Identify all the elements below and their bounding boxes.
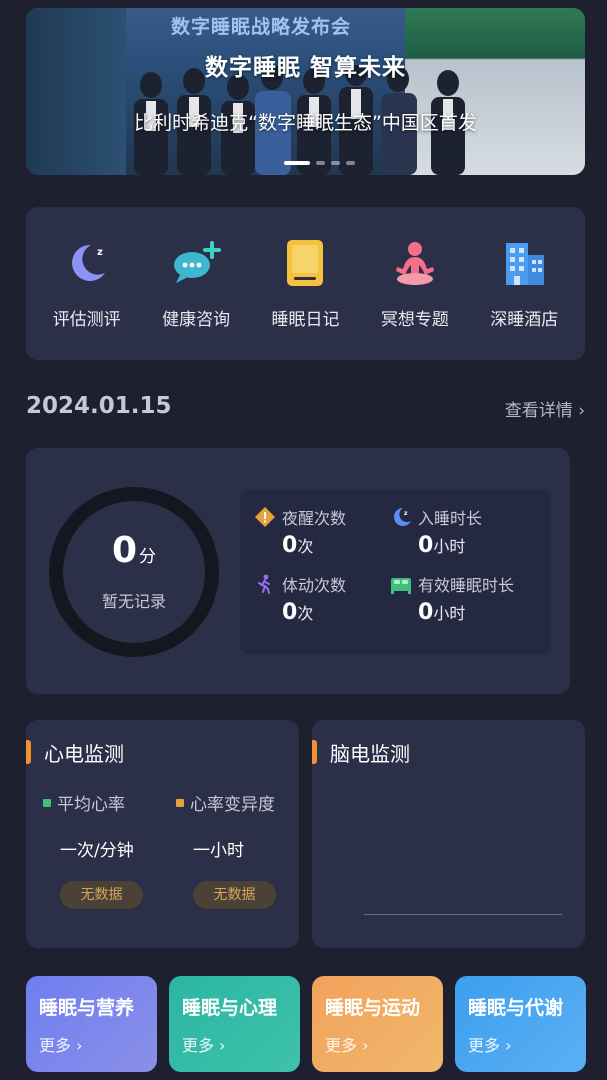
stat-value: 0 [282,533,298,558]
stat-unit: 次 [297,537,314,556]
banner-subline: 比利时希迪克“数字睡眠生态”中国区首发 [134,112,477,134]
stat-value: 0 [418,533,434,558]
banner-pagination[interactable] [284,161,355,165]
view-details-link[interactable]: 查看详情 › [505,396,585,421]
avg-heart-rate-legend: 平均心率 [43,790,125,815]
sleep-summary-card[interactable]: 0分 暂无记录 夜醒次数 0次 z 入睡时长 0小时 体动次数 0次 有效睡眠时… [26,448,570,694]
moon-icon: z [393,507,411,526]
tile-title: 睡眠与代谢 [468,997,564,1019]
avg-heart-rate-value: 一次/分钟 [60,841,134,861]
tile-more-link[interactable]: 更多 › [182,1032,226,1056]
meditation-person-icon [395,242,434,285]
sleep-score-value: 0 [111,530,138,571]
pagination-dot[interactable] [346,161,355,165]
ecg-monitor-card[interactable]: 心电监测 平均心率 心率变异度 一次/分钟 一小时 无数据 无数据 [26,720,299,948]
card-accent-bar [312,740,317,764]
banner-headline: 数字睡眠 智算未来 [204,55,406,81]
moon-sleep-icon: z [71,244,105,281]
stat-effective-sleep: 有效睡眠时长 0小时 [390,572,540,625]
card-accent-bar [26,740,31,764]
tile-sleep-exercise[interactable]: 睡眠与运动 更多 › [312,976,443,1072]
tile-more-link[interactable]: 更多 › [468,1032,512,1056]
hrv-label: 心率变异度 [190,795,275,815]
eeg-chart-baseline [364,914,562,915]
stat-value: 0 [418,600,434,625]
tile-title: 睡眠与心理 [182,997,278,1019]
hrv-legend: 心率变异度 [176,790,275,815]
tile-title: 睡眠与营养 [39,997,135,1019]
tile-sleep-psychology[interactable]: 睡眠与心理 更多 › [169,976,300,1072]
banner-stage-sign: 数字睡眠战略发布会 [170,16,351,38]
no-record-text: 暂无记录 [101,592,166,611]
quick-item-consult[interactable]: 健康咨询 [144,207,248,360]
stat-night-wakes: 夜醒次数 0次 [254,505,404,558]
avg-heart-rate-label: 平均心率 [57,795,125,815]
warning-diamond-icon [255,507,275,527]
banner-background-left [26,8,126,175]
promo-banner[interactable]: 数字睡眠战略发布会 数字睡眠 智算未来 比利时希迪克“数字睡眠生态”中国区首发 [26,8,585,175]
no-data-badge: 无数据 [60,881,143,909]
tile-more-link[interactable]: 更多 › [39,1032,83,1056]
sleep-score-unit: 分 [139,547,157,567]
quick-item-meditation[interactable]: 冥想专题 [363,207,467,360]
quick-item-label: 健康咨询 [162,310,231,330]
sleep-stats-panel: 夜醒次数 0次 z 入睡时长 0小时 体动次数 0次 有效睡眠时长 0小时 [240,489,551,654]
stat-value: 0 [282,600,298,625]
tile-more-link[interactable]: 更多 › [325,1032,369,1056]
tile-sleep-nutrition[interactable]: 睡眠与营养 更多 › [26,976,157,1072]
stat-label: 夜醒次数 [282,509,347,528]
tile-sleep-metabolism[interactable]: 睡眠与代谢 更多 › [455,976,586,1072]
stat-unit: 小时 [433,537,466,556]
stat-label: 有效睡眠时长 [418,576,515,595]
diary-book-icon [287,240,324,286]
quick-item-diary[interactable]: 睡眠日记 [253,207,357,360]
pagination-dot-active[interactable] [284,161,310,165]
legend-swatch [176,798,184,807]
svg-text:z: z [404,510,408,517]
running-person-icon [258,574,270,594]
stat-unit: 小时 [433,604,466,623]
bed-icon [391,578,411,594]
quick-item-hotel[interactable]: 深睡酒店 [472,207,576,360]
sleep-score: 0分 [47,530,221,571]
pagination-dot[interactable] [331,161,340,165]
quick-item-assessment[interactable]: z 评估测评 [35,207,139,360]
report-date: 2024.01.15 [26,393,172,419]
quick-item-label: 评估测评 [52,310,121,330]
stat-sleep-onset: z 入睡时长 0小时 [390,505,540,558]
stat-label: 入睡时长 [418,509,483,528]
legend-swatch [43,798,51,807]
tile-title: 睡眠与运动 [325,997,421,1019]
ecg-title: 心电监测 [44,742,124,766]
quick-item-label: 睡眠日记 [271,310,340,330]
eeg-title: 脑电监测 [330,742,410,766]
hrv-value: 一小时 [193,841,244,861]
stat-label: 体动次数 [282,576,347,595]
stat-unit: 次 [297,604,314,623]
stat-body-movements: 体动次数 0次 [254,572,404,625]
quick-item-label: 冥想专题 [380,310,449,330]
svg-text:z: z [97,247,103,258]
pagination-dot[interactable] [316,161,325,165]
chat-bubble-plus-icon [174,241,222,283]
eeg-monitor-card[interactable]: 脑电监测 [312,720,585,948]
no-data-badge: 无数据 [193,881,276,909]
quick-item-label: 深睡酒店 [490,310,559,330]
hotel-building-icon [506,243,545,285]
quick-menu: z 评估测评 健康咨询 睡眠日记 冥想专题 深睡酒店 [26,207,585,360]
sleep-score-ring [49,487,219,657]
